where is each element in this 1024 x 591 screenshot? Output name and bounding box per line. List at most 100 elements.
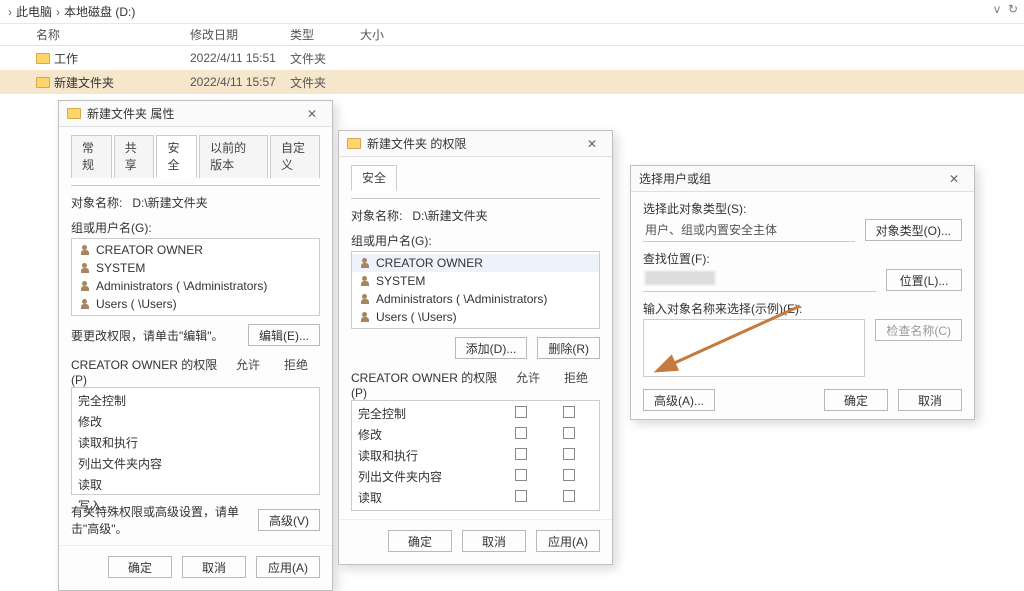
allow-checkbox[interactable] [515,427,527,439]
file-name: 工作 [54,50,78,67]
file-list: 名称 修改日期 类型 大小 工作 2022/4/11 15:51 文件夹 新建文… [0,24,1024,94]
location-button[interactable]: 位置(L)... [886,269,962,291]
file-row[interactable]: 工作 2022/4/11 15:51 文件夹 [0,46,1024,70]
cancel-button[interactable]: 取消 [462,530,526,552]
group-icon [78,245,91,256]
check-names-button[interactable]: 检查名称(C) [875,319,962,341]
list-item[interactable]: Users ( \Users) [352,308,599,326]
allow-checkbox[interactable] [515,406,527,418]
perm-row: 读取和执行 [352,445,599,466]
allow-checkbox[interactable] [515,490,527,502]
edit-hint: 要更改权限，请单击"编辑"。 [71,327,224,344]
perm-row: 完全控制 [72,390,319,411]
breadcrumb-pc[interactable]: 此电脑 [16,3,52,20]
advanced-button[interactable]: 高级(A)... [643,389,715,411]
dropdown-icon[interactable]: v [994,2,1000,16]
cancel-button[interactable]: 取消 [898,389,962,411]
ok-button[interactable]: 确定 [388,530,452,552]
object-type-button[interactable]: 对象类型(O)... [865,219,962,241]
advanced-hint: 有关特殊权限或高级设置，请单击"高级"。 [71,503,258,537]
tab-share[interactable]: 共享 [114,135,155,178]
deny-col: 拒绝 [272,356,320,387]
apply-button[interactable]: 应用(A) [256,556,320,578]
col-date[interactable]: 修改日期 [190,26,290,43]
col-size[interactable]: 大小 [360,26,420,43]
up-icon[interactable]: ↻ [1008,2,1018,16]
permission-listbox: 完全控制 修改 读取和执行 列出文件夹内容 读取 写入 [71,387,320,495]
file-name: 新建文件夹 [54,74,114,91]
group-icon [358,312,371,323]
allow-checkbox[interactable] [515,469,527,481]
tab-security[interactable]: 安全 [156,135,197,178]
perm-header: CREATOR OWNER 的权限(P) [71,356,224,387]
perm-row: 读取 [72,474,319,495]
col-type[interactable]: 类型 [290,26,360,43]
close-icon[interactable]: ✕ [578,137,606,151]
group-icon [78,299,91,310]
object-label: 对象名称: [71,194,122,211]
chevron-right-icon: › [56,5,60,19]
user-listbox[interactable]: CREATOR OWNER SYSTEM Administrators ( \A… [71,238,320,316]
deny-checkbox[interactable] [563,427,575,439]
group-icon [78,263,91,274]
object-label: 对象名称: [351,207,402,224]
apply-button[interactable]: 应用(A) [536,530,600,552]
advanced-button[interactable]: 高级(V) [258,509,320,531]
ok-button[interactable]: 确定 [108,556,172,578]
perm-row: 读取 [352,487,599,508]
perm-row: 列出文件夹内容 [72,453,319,474]
breadcrumb-drive[interactable]: 本地磁盘 (D:) [64,3,135,20]
object-value: D:\新建文件夹 [412,207,487,224]
group-icon [358,258,371,269]
dialog-title: 选择用户或组 [639,170,711,187]
list-item[interactable]: Administrators ( \Administrators) [72,277,319,295]
list-item[interactable]: Users ( \Users) [72,295,319,313]
chevron-right-icon: › [8,5,12,19]
dialog-permissions: 新建文件夹 的权限 ✕ 安全 对象名称: D:\新建文件夹 组或用户名(G): … [338,130,613,565]
deny-checkbox[interactable] [563,406,575,418]
deny-checkbox[interactable] [563,469,575,481]
tab-previous[interactable]: 以前的版本 [199,135,268,178]
group-icon [358,276,371,287]
add-button[interactable]: 添加(D)... [455,337,528,359]
deny-checkbox[interactable] [563,490,575,502]
remove-button[interactable]: 删除(R) [537,337,600,359]
breadcrumb[interactable]: › 此电脑 › 本地磁盘 (D:) [0,0,1024,24]
tab-general[interactable]: 常规 [71,135,112,178]
close-icon[interactable]: ✕ [298,107,326,121]
list-item[interactable]: CREATOR OWNER [72,241,319,259]
file-date: 2022/4/11 15:57 [190,75,290,89]
list-item[interactable]: SYSTEM [72,259,319,277]
object-name-input[interactable] [643,319,865,377]
list-item-selected[interactable]: CREATOR OWNER [352,254,599,272]
tab-custom[interactable]: 自定义 [270,135,320,178]
allow-checkbox[interactable] [515,448,527,460]
dialog-title: 新建文件夹 属性 [87,105,174,122]
folder-icon [36,77,50,88]
deny-checkbox[interactable] [563,448,575,460]
file-type: 文件夹 [290,74,360,91]
edit-button[interactable]: 编辑(E)... [248,324,320,346]
folder-icon [36,53,50,64]
perm-row: 读取和执行 [72,432,319,453]
enter-name-label: 输入对象名称来选择(示例)(E): [643,300,962,317]
list-item[interactable]: SYSTEM [352,272,599,290]
dialog-select-user: 选择用户或组 ✕ 选择此对象类型(S): 用户、组或内置安全主体 对象类型(O)… [630,165,975,420]
allow-col: 允许 [504,369,552,400]
group-icon [78,281,91,292]
list-item[interactable]: Administrators ( \Administrators) [352,290,599,308]
permission-listbox: 完全控制 修改 读取和执行 列出文件夹内容 读取 [351,400,600,511]
user-listbox[interactable]: CREATOR OWNER SYSTEM Administrators ( \A… [351,251,600,329]
location-value [643,269,876,292]
folder-icon [347,138,361,149]
file-row-selected[interactable]: 新建文件夹 2022/4/11 15:57 文件夹 [0,70,1024,94]
col-name[interactable]: 名称 [0,26,190,43]
file-date: 2022/4/11 15:51 [190,51,290,65]
location-label: 查找位置(F): [643,250,962,267]
perm-row: 修改 [72,411,319,432]
tab-security[interactable]: 安全 [351,165,397,191]
ok-button[interactable]: 确定 [824,389,888,411]
cancel-button[interactable]: 取消 [182,556,246,578]
close-icon[interactable]: ✕ [940,172,968,186]
object-value: D:\新建文件夹 [132,194,207,211]
